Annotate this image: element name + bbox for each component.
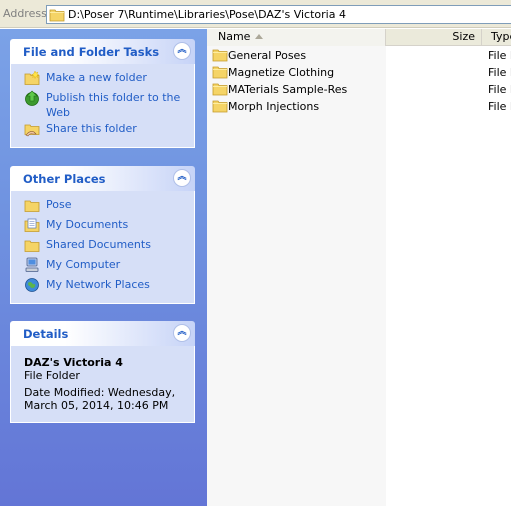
place-label: My Documents — [46, 218, 129, 231]
place-shared-documents-link[interactable]: Shared Documents — [11, 237, 194, 257]
file-name: General Poses — [228, 49, 307, 62]
file-name: Magnetize Clothing — [228, 66, 335, 79]
other-places-panel: Other Places ︽ Pose My Documents Shared … — [10, 166, 195, 304]
list-item[interactable]: Morph Injections File F — [207, 98, 511, 115]
panel-title: Other Places — [23, 172, 106, 186]
share-folder-link[interactable]: Share this folder — [11, 121, 194, 141]
details-item-kind: File Folder — [24, 369, 80, 382]
make-new-folder-link[interactable]: Make a new folder — [11, 70, 194, 90]
file-type: File F — [488, 100, 511, 113]
address-bar: Address D:\Poser 7\Runtime\Libraries\Pos… — [0, 0, 511, 28]
details-date-modified: Date Modified: Wednesday, March 05, 2014… — [24, 386, 176, 412]
share-folder-icon — [24, 124, 40, 137]
place-label: My Computer — [46, 258, 121, 271]
place-label: My Network Places — [46, 278, 150, 291]
file-type: File F — [488, 66, 511, 79]
collapse-chevron-icon[interactable]: ︽ — [173, 324, 191, 342]
place-label: Pose — [46, 198, 72, 211]
panel-title: Details — [23, 327, 69, 341]
task-label: Make a new folder — [46, 71, 147, 84]
column-header-label: Name — [218, 30, 251, 43]
publish-folder-web-link[interactable]: Publish this folder to the Web — [11, 90, 194, 121]
details-item-name: DAZ's Victoria 4 — [24, 356, 123, 369]
task-label: Publish this folder to the Web — [46, 91, 181, 119]
file-name: Morph Injections — [228, 100, 320, 113]
folder-icon — [212, 100, 228, 113]
address-label: Address — [3, 7, 47, 20]
place-my-network-places-link[interactable]: My Network Places — [11, 277, 194, 297]
place-label: Shared Documents — [46, 238, 151, 251]
details-panel: Details ︽ DAZ's Victoria 4 File Folder D… — [10, 321, 195, 423]
new-folder-icon — [24, 70, 40, 85]
list-item[interactable]: MATerials Sample-Res File F — [207, 81, 511, 98]
folder-icon — [212, 83, 228, 96]
my-documents-icon — [24, 218, 40, 232]
panel-title: File and Folder Tasks — [23, 45, 160, 59]
list-item[interactable]: Magnetize Clothing File F — [207, 64, 511, 81]
publish-web-icon — [25, 90, 39, 106]
sorted-column-highlight — [207, 46, 386, 506]
file-name: MATerials Sample-Res — [228, 83, 348, 96]
file-type: File F — [488, 49, 511, 62]
folder-icon — [212, 49, 228, 62]
column-header-name[interactable]: Name — [207, 29, 386, 46]
place-my-documents-link[interactable]: My Documents — [11, 217, 194, 237]
column-header-label: Size — [452, 30, 475, 43]
folder-icon — [212, 66, 228, 79]
column-header-size[interactable]: Size — [386, 29, 482, 46]
address-path: D:\Poser 7\Runtime\Libraries\Pose\DAZ's … — [68, 8, 346, 21]
collapse-chevron-icon[interactable]: ︽ — [173, 42, 191, 60]
file-folder-tasks-panel: File and Folder Tasks ︽ Make a new folde… — [10, 39, 195, 148]
task-label: Share this folder — [46, 122, 137, 135]
folder-icon — [24, 200, 40, 212]
list-header: Name Size Type — [207, 29, 511, 46]
panel-header[interactable]: Other Places ︽ — [10, 166, 195, 191]
column-header-label: Type — [491, 30, 511, 43]
folder-icon — [49, 9, 65, 22]
list-item[interactable]: General Poses File F — [207, 47, 511, 64]
panel-header[interactable]: Details ︽ — [10, 321, 195, 346]
column-header-type[interactable]: Type — [482, 29, 511, 46]
panel-header[interactable]: File and Folder Tasks ︽ — [10, 39, 195, 64]
place-pose-link[interactable]: Pose — [11, 197, 194, 217]
address-input[interactable]: D:\Poser 7\Runtime\Libraries\Pose\DAZ's … — [46, 5, 511, 24]
file-list: Name Size Type General Poses File F Magn… — [207, 29, 511, 506]
network-places-icon — [25, 278, 39, 292]
sort-ascending-icon — [255, 34, 263, 39]
collapse-chevron-icon[interactable]: ︽ — [173, 169, 191, 187]
file-type: File F — [488, 83, 511, 96]
place-my-computer-link[interactable]: My Computer — [11, 257, 194, 277]
task-pane: File and Folder Tasks ︽ Make a new folde… — [0, 29, 207, 506]
folder-icon — [24, 240, 40, 252]
my-computer-icon — [25, 257, 39, 272]
